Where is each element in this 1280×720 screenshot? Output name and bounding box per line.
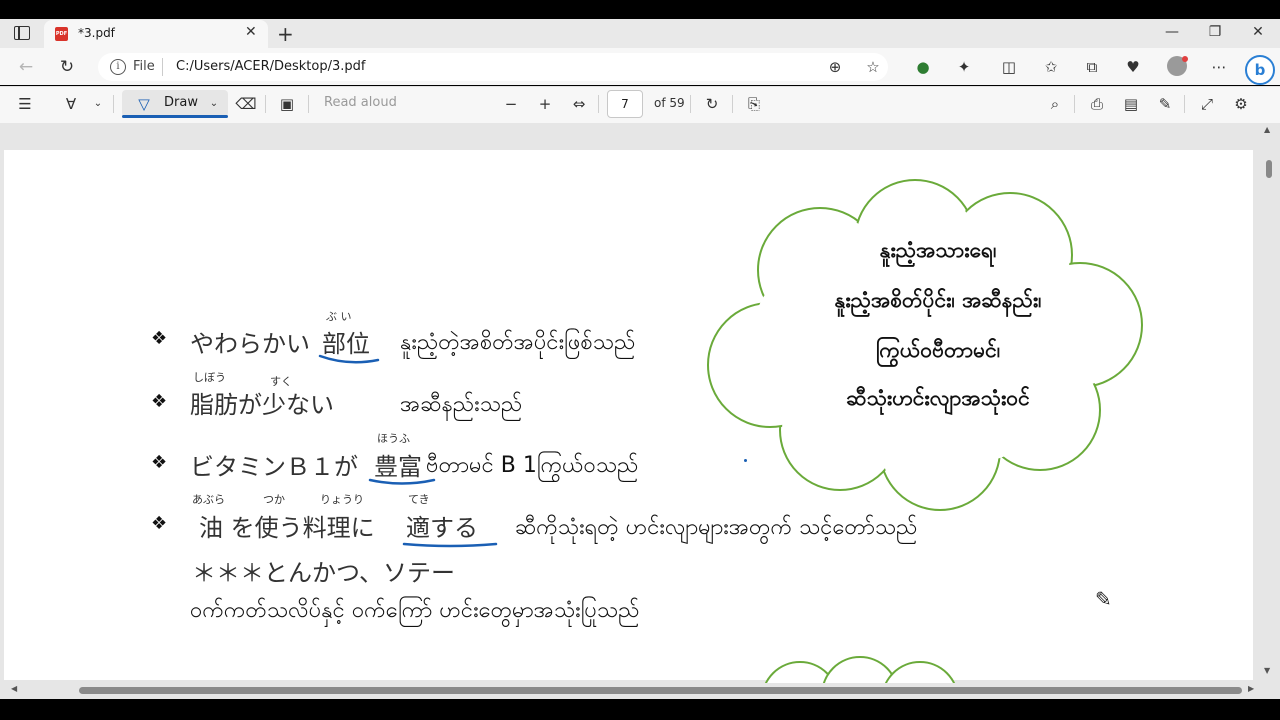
vertical-scroll-thumb[interactable] xyxy=(1266,160,1272,178)
scroll-right-icon[interactable]: ▶ xyxy=(1248,684,1254,693)
fullscreen-icon[interactable]: ⤢ xyxy=(1196,93,1218,115)
favorites-icon[interactable]: ✩ xyxy=(1040,56,1062,78)
refresh-icon[interactable]: ↻ xyxy=(55,55,79,79)
info-icon[interactable]: i xyxy=(110,59,126,75)
toolbar-divider xyxy=(732,95,733,113)
draw-dropdown-icon[interactable]: ⌄ xyxy=(206,93,222,115)
settings-gear-icon[interactable]: ⚙ xyxy=(1230,93,1252,115)
cloud-line: နူးညံ့အသားရေ၊ xyxy=(879,238,997,262)
toolbar-divider xyxy=(598,95,599,113)
draw-pen-icon: ▽ xyxy=(138,95,150,113)
ruby-text: てき xyxy=(408,493,430,506)
address-url[interactable]: C:/Users/ACER/Desktop/3.pdf xyxy=(176,59,365,74)
cloud-line: နူးညံ့အစိတ်ပိုင်း၊ အဆီနည်း၊ xyxy=(834,288,1042,312)
page-view-icon[interactable]: ⎘ xyxy=(743,93,765,115)
zoom-out-icon[interactable]: − xyxy=(500,93,522,115)
extension-globe-icon[interactable]: ● xyxy=(912,56,934,78)
read-aloud-button[interactable]: Read aloud xyxy=(324,95,397,110)
pdf-file-icon: PDF xyxy=(55,27,68,41)
horizontal-scroll-thumb[interactable] xyxy=(79,687,1242,694)
letterbox-top xyxy=(0,0,1280,19)
note-myanmar: ဝက်ကတ်သလိပ်နှင့် ဝက်ကြော် ဟင်းတွေမှာအသုံ… xyxy=(190,598,640,623)
cloud-line: ဆီသုံးဟင်းလျာအသုံးဝင် xyxy=(846,386,1030,410)
highlight-icon[interactable]: ∀ xyxy=(60,93,82,115)
favorite-star-icon[interactable]: ☆ xyxy=(862,56,884,78)
jp-phrase: ビタミンＢ１が xyxy=(190,453,358,481)
toolbar-divider xyxy=(265,95,266,113)
browser-essentials-icon[interactable]: ♥ xyxy=(1122,56,1144,78)
ruby-text: りょうり xyxy=(320,493,364,506)
rotate-icon[interactable]: ↻ xyxy=(701,93,723,115)
vertical-scrollbar[interactable] xyxy=(1262,123,1276,683)
bullet-icon: ❖ xyxy=(151,513,168,534)
ink-underline xyxy=(318,354,380,364)
cloud-shape-partial xyxy=(764,656,956,685)
ruby-text: つか xyxy=(263,493,285,506)
page-number-input[interactable]: 7 xyxy=(607,90,643,118)
note-jp: ＊＊＊とんかつ、ソテー xyxy=(192,559,456,587)
myanmar-translation: နူးညံ့တဲ့အစိတ်အပိုင်းဖြစ်သည် xyxy=(400,330,636,355)
tab-actions-icon[interactable] xyxy=(14,26,30,40)
letterbox-bottom xyxy=(0,699,1280,720)
tab-title: *3.pdf xyxy=(78,26,115,40)
copilot-icon[interactable]: b xyxy=(1245,55,1275,85)
myanmar-translation: အဆီနည်းသည် xyxy=(400,392,523,417)
restore-icon[interactable]: ❐ xyxy=(1200,24,1230,40)
extensions-icon[interactable]: ✦ xyxy=(953,56,975,78)
draw-label: Draw xyxy=(164,95,198,110)
ruby-text: あぶら xyxy=(192,493,225,506)
zoom-in-icon[interactable]: + xyxy=(534,93,556,115)
split-screen-icon[interactable]: ◫ xyxy=(998,56,1020,78)
myanmar-translation: ဗီတာမင် B 1ကြွယ်ဝသည် xyxy=(426,453,639,478)
eraser-icon[interactable]: ⌫ xyxy=(235,93,257,115)
bullet-icon: ❖ xyxy=(151,328,168,349)
ruby-text: しぼう xyxy=(193,371,226,384)
ink-underline xyxy=(402,542,498,548)
text-box-icon[interactable]: ▣ xyxy=(276,93,298,115)
address-scheme-label: File xyxy=(133,59,155,74)
myanmar-translation: ဆီကိုသုံးရတဲ့ ဟင်းလျာများအတွက် သင့်တော်သ… xyxy=(515,515,918,540)
back-icon[interactable]: ← xyxy=(14,55,38,79)
minimize-icon[interactable]: — xyxy=(1157,24,1187,40)
fit-width-icon[interactable]: ⇔ xyxy=(568,93,590,115)
cloud-line: ကြွယ်ဝဗီတာမင်၊ xyxy=(875,338,1001,362)
toolbar-divider xyxy=(690,95,691,113)
toolbar-divider xyxy=(308,95,309,113)
page-total: of 59 xyxy=(654,96,685,110)
close-window-icon[interactable]: ✕ xyxy=(1243,24,1273,40)
pen-cursor-icon: ✎ xyxy=(1095,587,1112,611)
bullet-icon: ❖ xyxy=(151,452,168,473)
tab-pdf[interactable]: PDF *3.pdf ✕ xyxy=(44,20,268,48)
jp-phrase: やわらかい xyxy=(190,330,310,358)
profile-notification-dot xyxy=(1182,56,1188,62)
toolbar-divider xyxy=(1074,95,1075,113)
new-tab-icon[interactable]: + xyxy=(277,22,294,46)
address-divider xyxy=(162,58,163,76)
search-icon[interactable]: ⌕ xyxy=(1044,93,1066,115)
toolbar-divider xyxy=(113,95,114,113)
save-icon[interactable]: ▤ xyxy=(1120,93,1142,115)
scroll-down-icon[interactable]: ▼ xyxy=(1264,666,1270,675)
ruby-text: ほうふ xyxy=(377,432,410,445)
save-as-icon[interactable]: ✎ xyxy=(1154,93,1176,115)
collections-icon[interactable]: ⧉ xyxy=(1081,56,1103,78)
print-icon[interactable]: ⎙ xyxy=(1086,93,1108,115)
jp-phrase: 油 を使う料理に xyxy=(199,514,375,542)
more-menu-icon[interactable]: ⋯ xyxy=(1208,56,1230,78)
tab-close-icon[interactable]: ✕ xyxy=(245,24,257,40)
zoom-icon[interactable]: ⊕ xyxy=(824,56,846,78)
bullet-icon: ❖ xyxy=(151,391,168,412)
scroll-left-icon[interactable]: ◀ xyxy=(11,684,17,693)
contents-icon[interactable]: ☰ xyxy=(14,93,36,115)
ink-dot xyxy=(744,459,747,462)
scroll-up-icon[interactable]: ▲ xyxy=(1264,125,1270,134)
highlight-dropdown-icon[interactable]: ⌄ xyxy=(90,93,106,115)
ruby-text: ぶ い xyxy=(326,310,352,323)
jp-phrase: 脂肪が少ない xyxy=(190,391,334,419)
draw-active-underline xyxy=(122,115,228,118)
toolbar-divider xyxy=(1184,95,1185,113)
